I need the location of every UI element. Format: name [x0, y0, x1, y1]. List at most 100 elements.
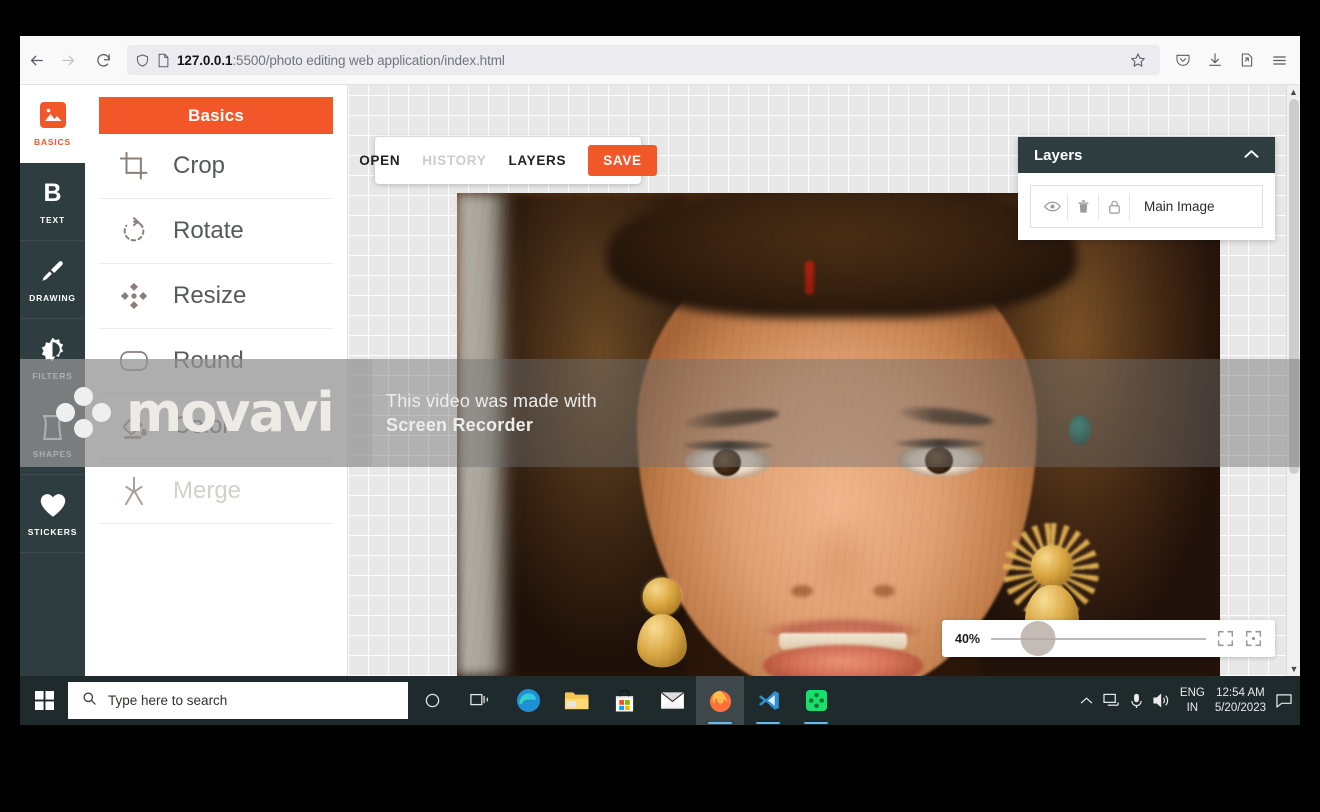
editor-toolbar: OPEN HISTORY LAYERS SAVE: [375, 137, 641, 184]
sidebar-item-drawing[interactable]: DRAWING: [20, 241, 85, 319]
bold-b-icon: B: [43, 178, 61, 208]
sidebar-item-stickers[interactable]: STICKERS: [20, 475, 85, 553]
back-button[interactable]: [20, 44, 52, 76]
panel-label-crop: Crop: [173, 152, 225, 180]
history-button[interactable]: HISTORY: [422, 153, 486, 168]
resize-icon: [117, 281, 151, 311]
language-indicator[interactable]: ENG IN: [1180, 686, 1205, 716]
basics-panel: Basics Crop Rotate: [85, 85, 348, 676]
layers-button[interactable]: LAYERS: [508, 153, 566, 168]
browser-toolbar-right: [1168, 45, 1300, 75]
browser-toolbar: 127.0.0.1:5500/photo editing web applica…: [20, 36, 1300, 85]
panel-title: Basics: [99, 97, 333, 134]
sidebar-item-filters[interactable]: FILTERS: [20, 319, 85, 397]
address-bar[interactable]: 127.0.0.1:5500/photo editing web applica…: [127, 45, 1160, 75]
panel-row-resize[interactable]: Resize: [99, 264, 333, 329]
bookmark-star-icon[interactable]: [1124, 46, 1152, 74]
vs-code-icon[interactable]: [744, 676, 792, 725]
task-view-icon[interactable]: [456, 676, 504, 725]
network-icon[interactable]: [1103, 693, 1120, 708]
panel-row-crop[interactable]: Crop: [99, 134, 333, 199]
taskbar-search-box[interactable]: Type here to search: [68, 682, 408, 719]
language-line2: IN: [1180, 701, 1205, 716]
sidebar-label-stickers: STICKERS: [28, 527, 77, 537]
movavi-icon[interactable]: [792, 676, 840, 725]
scroll-down-icon[interactable]: ▼: [1287, 662, 1300, 676]
layer-row[interactable]: Main Image: [1030, 185, 1263, 228]
layers-panel-title: Layers: [1034, 147, 1082, 164]
panel-row-rotate[interactable]: Rotate: [99, 199, 333, 264]
fit-screen-icon[interactable]: [1217, 630, 1234, 647]
screen: 127.0.0.1:5500/photo editing web applica…: [20, 36, 1300, 725]
clock-date: 5/20/2023: [1215, 701, 1266, 716]
sidebar-item-shapes[interactable]: SHAPES: [20, 397, 85, 475]
panel-row-color[interactable]: Color: [99, 394, 333, 459]
sidebar-label-text: TEXT: [40, 215, 65, 225]
microphone-icon[interactable]: [1130, 693, 1143, 709]
contrast-icon: [39, 334, 66, 364]
sidebar-item-text[interactable]: B TEXT: [20, 163, 85, 241]
clock[interactable]: 12:54 AM 5/20/2023: [1215, 686, 1266, 716]
sidebar-label-filters: FILTERS: [32, 371, 72, 381]
trash-icon[interactable]: [1068, 194, 1099, 220]
photo-editor-app: BASICS B TEXT DRAWING FILTERS: [20, 85, 1300, 676]
firefox-icon[interactable]: [696, 676, 744, 725]
url-text: 127.0.0.1:5500/photo editing web applica…: [177, 53, 1117, 68]
center-focus-icon[interactable]: [1245, 630, 1262, 647]
open-button[interactable]: OPEN: [359, 153, 400, 168]
canvas-scrollbar[interactable]: ▲ ▼: [1286, 85, 1300, 676]
forward-button[interactable]: [52, 44, 84, 76]
layers-panel-header[interactable]: Layers: [1018, 137, 1275, 173]
panel-label-color: Color: [173, 412, 230, 440]
pocket-icon[interactable]: [1168, 45, 1198, 75]
sidebar-label-basics: BASICS: [34, 137, 71, 147]
chevron-up-icon[interactable]: [1244, 146, 1259, 164]
shield-icon: [135, 53, 150, 68]
clock-time: 12:54 AM: [1215, 686, 1266, 701]
cortana-icon[interactable]: [408, 676, 456, 725]
zoom-slider[interactable]: [991, 629, 1206, 649]
volume-icon[interactable]: [1153, 693, 1170, 708]
reload-button[interactable]: [87, 44, 119, 76]
save-button[interactable]: SAVE: [588, 145, 657, 176]
windows-taskbar: Type here to search: [20, 676, 1300, 725]
lock-icon[interactable]: [1099, 194, 1130, 220]
zoom-percent: 40%: [955, 632, 980, 646]
zoom-control-bar: 40%: [942, 620, 1275, 657]
microsoft-store-icon[interactable]: [600, 676, 648, 725]
microsoft-edge-icon[interactable]: [504, 676, 552, 725]
chevron-up-icon[interactable]: [1080, 696, 1093, 705]
account-icon[interactable]: [1232, 45, 1262, 75]
sidebar-label-shapes: SHAPES: [33, 449, 73, 459]
layers-list: Main Image: [1018, 173, 1275, 240]
hamburger-menu-icon[interactable]: [1264, 45, 1294, 75]
eye-icon[interactable]: [1037, 194, 1068, 220]
panel-label-round: Round: [173, 347, 244, 375]
mail-icon[interactable]: [648, 676, 696, 725]
windows-start-icon[interactable]: [20, 676, 68, 725]
panel-list: Crop Rotate Resize: [85, 134, 347, 524]
action-center-icon[interactable]: [1276, 693, 1292, 708]
sidebar-label-drawing: DRAWING: [29, 293, 76, 303]
panel-label-resize: Resize: [173, 282, 246, 310]
scrollbar-thumb[interactable]: [1289, 99, 1299, 474]
crop-icon: [117, 151, 151, 181]
panel-label-rotate: Rotate: [173, 217, 244, 245]
shape-icon: [40, 412, 65, 442]
sidebar-item-basics[interactable]: BASICS: [20, 85, 85, 163]
language-line1: ENG: [1180, 686, 1205, 701]
panel-label-merge: Merge: [173, 477, 241, 505]
image-icon: [39, 100, 67, 130]
download-icon[interactable]: [1200, 45, 1230, 75]
panel-row-merge[interactable]: Merge: [99, 459, 333, 524]
zoom-slider-thumb[interactable]: [1021, 621, 1056, 656]
panel-row-round[interactable]: Round: [99, 329, 333, 394]
file-explorer-icon[interactable]: [552, 676, 600, 725]
layer-name: Main Image: [1130, 199, 1215, 214]
scroll-up-icon[interactable]: ▲: [1287, 85, 1300, 99]
paint-bucket-icon: [117, 411, 151, 441]
rotate-icon: [117, 217, 151, 245]
tool-rail: BASICS B TEXT DRAWING FILTERS: [20, 85, 85, 676]
image-canvas[interactable]: [457, 193, 1220, 676]
brush-icon: [39, 256, 66, 286]
